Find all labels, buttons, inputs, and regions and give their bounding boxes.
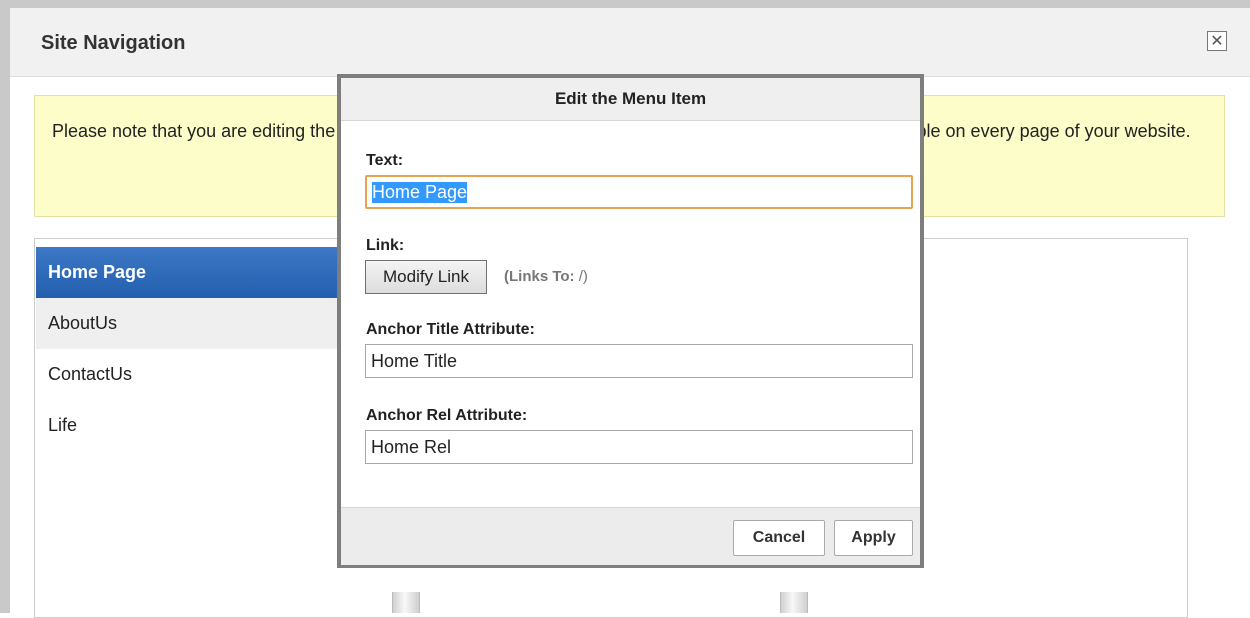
menu-item-life[interactable]: Life: [36, 400, 366, 451]
menu-item-about-us[interactable]: AboutUs: [36, 298, 366, 349]
modify-link-button[interactable]: Modify Link: [365, 260, 487, 294]
anchor-title-label: Anchor Title Attribute:: [366, 321, 535, 338]
menu-item-home-page[interactable]: Home Page: [36, 247, 366, 298]
anchor-title-input[interactable]: [365, 344, 913, 378]
cancel-button[interactable]: Cancel: [733, 520, 825, 556]
dialog-footer: Cancel Apply: [341, 507, 920, 565]
links-to-value: /): [578, 268, 588, 285]
menu-item-list: Home Page AboutUs ContactUs Life: [36, 247, 366, 451]
dialog-title: Edit the Menu Item: [554, 89, 707, 108]
panel-post-left: [392, 592, 420, 613]
links-to-text: (Links To: /): [504, 268, 588, 285]
close-icon: ✕: [1210, 31, 1224, 50]
panel-post-right: [780, 592, 808, 613]
site-navigation-header: Site Navigation ✕: [10, 8, 1250, 77]
edit-menu-item-dialog: Edit the Menu Item Text: Link: Modify Li…: [337, 74, 924, 568]
text-field-label: Text:: [366, 152, 404, 169]
page-frame: Site Navigation ✕ Please note that you a…: [0, 0, 1250, 618]
apply-button[interactable]: Apply: [834, 520, 913, 556]
site-navigation-title: Site Navigation: [41, 32, 186, 54]
anchor-rel-label: Anchor Rel Attribute:: [366, 407, 528, 424]
dialog-header: Edit the Menu Item: [341, 78, 920, 121]
menu-item-contact-us[interactable]: ContactUs: [36, 349, 366, 400]
close-button[interactable]: ✕: [1207, 31, 1227, 51]
link-field-label: Link:: [366, 237, 405, 254]
links-to-label: (Links To:: [504, 268, 575, 285]
anchor-rel-input[interactable]: [365, 430, 913, 464]
text-field-input[interactable]: [365, 175, 913, 209]
